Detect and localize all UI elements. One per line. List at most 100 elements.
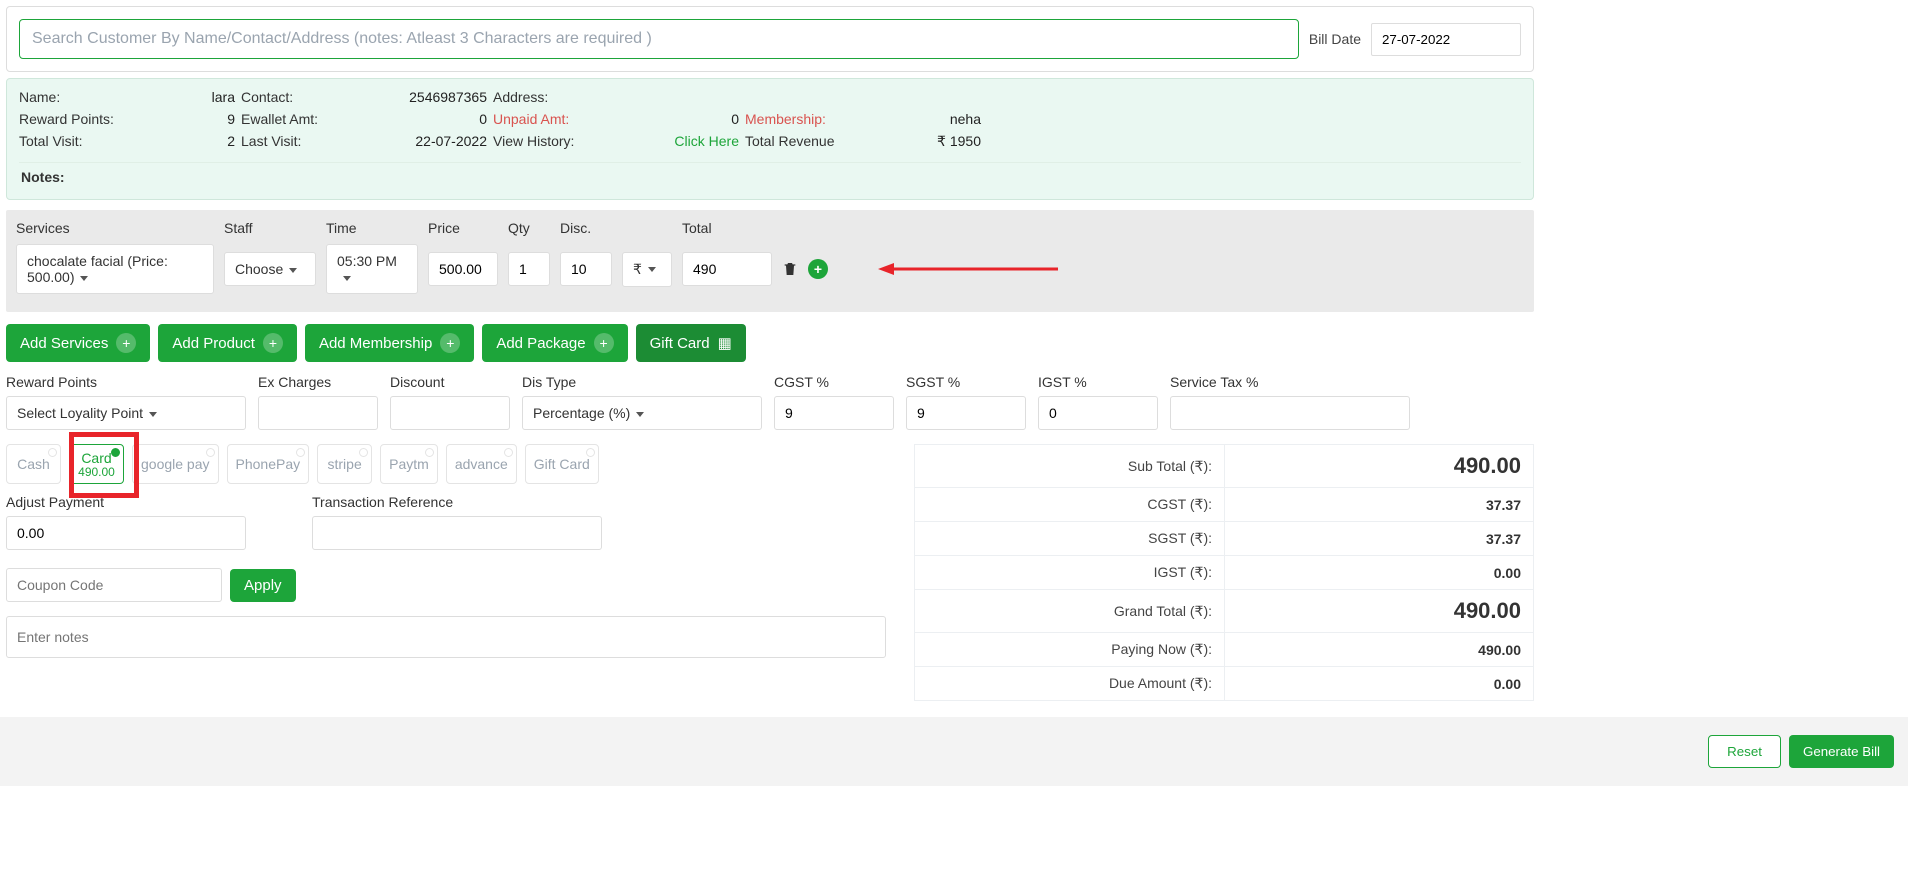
discount-input[interactable]	[390, 396, 510, 430]
value-name: lara	[205, 89, 235, 105]
val-cgst: 37.37	[1225, 488, 1534, 522]
view-history-link[interactable]: Click Here	[629, 133, 739, 150]
adjust-payment-input[interactable]	[6, 516, 246, 550]
label-cgst: CGST %	[774, 374, 894, 390]
check-icon	[111, 448, 120, 457]
igst-input[interactable]	[1038, 396, 1158, 430]
label-contact: Contact:	[241, 89, 371, 105]
hdr-time: Time	[326, 220, 418, 236]
pay-mode-card[interactable]: Card490.00	[69, 444, 124, 484]
total-input[interactable]	[682, 252, 772, 286]
cgst-input[interactable]	[774, 396, 894, 430]
val-sub-total: 490.00	[1225, 445, 1534, 488]
label-txn-ref: Transaction Reference	[312, 494, 602, 510]
hdr-qty: Qty	[508, 220, 550, 236]
add-membership-button[interactable]: Add Membership+	[305, 324, 474, 362]
disc-type-select[interactable]: ₹	[622, 252, 672, 287]
coupon-code-input[interactable]	[6, 568, 222, 602]
lbl-sgst: SGST (₹):	[915, 522, 1225, 556]
value-address	[629, 89, 739, 105]
value-ewallet: 0	[377, 111, 487, 127]
add-product-button[interactable]: Add Product+	[158, 324, 297, 362]
payment-section: Cash Card490.00 google pay PhonePay stri…	[6, 444, 902, 701]
bill-date-label: Bill Date	[1309, 31, 1361, 47]
top-bar: Bill Date	[6, 6, 1534, 72]
label-total-visit: Total Visit:	[19, 133, 199, 150]
notes-label: Notes:	[19, 162, 1521, 191]
gift-card-icon: ▦	[718, 334, 732, 352]
val-due-amount: 0.00	[1225, 667, 1534, 701]
add-package-button[interactable]: Add Package+	[482, 324, 627, 362]
red-arrow-icon	[878, 260, 1058, 278]
txn-ref-input[interactable]	[312, 516, 602, 550]
sgst-input[interactable]	[906, 396, 1026, 430]
hdr-price: Price	[428, 220, 498, 236]
reset-button[interactable]: Reset	[1708, 735, 1781, 768]
label-name: Name:	[19, 89, 199, 105]
label-ewallet: Ewallet Amt:	[241, 111, 371, 127]
pay-mode-googlepay[interactable]: google pay	[132, 444, 219, 484]
pay-mode-giftcard[interactable]: Gift Card	[525, 444, 599, 484]
label-reward: Reward Points:	[19, 111, 199, 127]
label-discount: Discount	[390, 374, 510, 390]
delete-row-icon[interactable]	[782, 261, 798, 277]
customer-info-panel: Name: lara Contact: 2546987365 Address: …	[6, 78, 1534, 200]
label-reward-points: Reward Points	[6, 374, 246, 390]
pay-mode-stripe[interactable]: stripe	[317, 444, 372, 484]
hdr-services: Services	[16, 220, 214, 236]
ex-charges-input[interactable]	[258, 396, 378, 430]
plus-icon: +	[116, 333, 136, 353]
pay-mode-advance[interactable]: advance	[446, 444, 517, 484]
price-input[interactable]	[428, 252, 498, 286]
qty-input[interactable]	[508, 252, 550, 286]
hdr-staff: Staff	[224, 220, 316, 236]
pay-mode-phonepay[interactable]: PhonePay	[227, 444, 310, 484]
value-total-revenue: ₹ 1950	[881, 133, 981, 150]
label-dis-type: Dis Type	[522, 374, 762, 390]
bill-date-input[interactable]	[1371, 23, 1521, 56]
lbl-grand-total: Grand Total (₹):	[915, 590, 1225, 633]
label-address: Address:	[493, 89, 623, 105]
customer-search-input[interactable]	[19, 19, 1299, 59]
label-unpaid: Unpaid Amt:	[493, 111, 623, 127]
label-sgst: SGST %	[906, 374, 1026, 390]
service-tax-input[interactable]	[1170, 396, 1410, 430]
label-adjust-payment: Adjust Payment	[6, 494, 296, 510]
value-membership: neha	[881, 111, 981, 127]
label-last-visit: Last Visit:	[241, 133, 371, 150]
value-contact: 2546987365	[377, 89, 487, 105]
value-unpaid: 0	[629, 111, 739, 127]
service-select[interactable]: chocalate facial (Price: 500.00)	[16, 244, 214, 294]
label-view-history: View History:	[493, 133, 623, 150]
val-grand-total: 490.00	[1225, 590, 1534, 633]
value-reward: 9	[205, 111, 235, 127]
notes-input[interactable]	[6, 616, 886, 658]
apply-button[interactable]: Apply	[230, 569, 296, 602]
service-row: chocalate facial (Price: 500.00) Choose …	[16, 244, 1524, 294]
pay-mode-paytm[interactable]: Paytm	[380, 444, 438, 484]
label-igst: IGST %	[1038, 374, 1158, 390]
action-buttons: Add Services+ Add Product+ Add Membershi…	[6, 324, 1534, 362]
lbl-igst: IGST (₹):	[915, 556, 1225, 590]
add-services-button[interactable]: Add Services+	[6, 324, 150, 362]
gift-card-button[interactable]: Gift Card▦	[636, 324, 746, 362]
pay-mode-cash[interactable]: Cash	[6, 444, 61, 484]
bottom-bar: Reset Generate Bill	[0, 717, 1908, 786]
generate-bill-button[interactable]: Generate Bill	[1789, 735, 1894, 768]
val-paying-now: 490.00	[1225, 633, 1534, 667]
label-stax: Service Tax %	[1170, 374, 1410, 390]
disc-input[interactable]	[560, 252, 612, 286]
plus-icon: +	[263, 333, 283, 353]
add-row-icon[interactable]: +	[808, 259, 828, 279]
hdr-total: Total	[682, 220, 772, 236]
lbl-paying-now: Paying Now (₹):	[915, 633, 1225, 667]
staff-select[interactable]: Choose	[224, 252, 316, 286]
plus-icon: +	[440, 333, 460, 353]
service-line-block: Services Staff Time Price Qty Disc. Tota…	[6, 210, 1534, 312]
charge-fields: Reward PointsSelect Loyality Point Ex Ch…	[6, 374, 1534, 430]
time-select[interactable]: 05:30 PM	[326, 244, 418, 294]
hdr-disc: Disc.	[560, 220, 672, 236]
reward-points-select[interactable]: Select Loyality Point	[6, 396, 246, 430]
dis-type-select[interactable]: Percentage (%)	[522, 396, 762, 430]
label-membership: Membership:	[745, 111, 875, 127]
